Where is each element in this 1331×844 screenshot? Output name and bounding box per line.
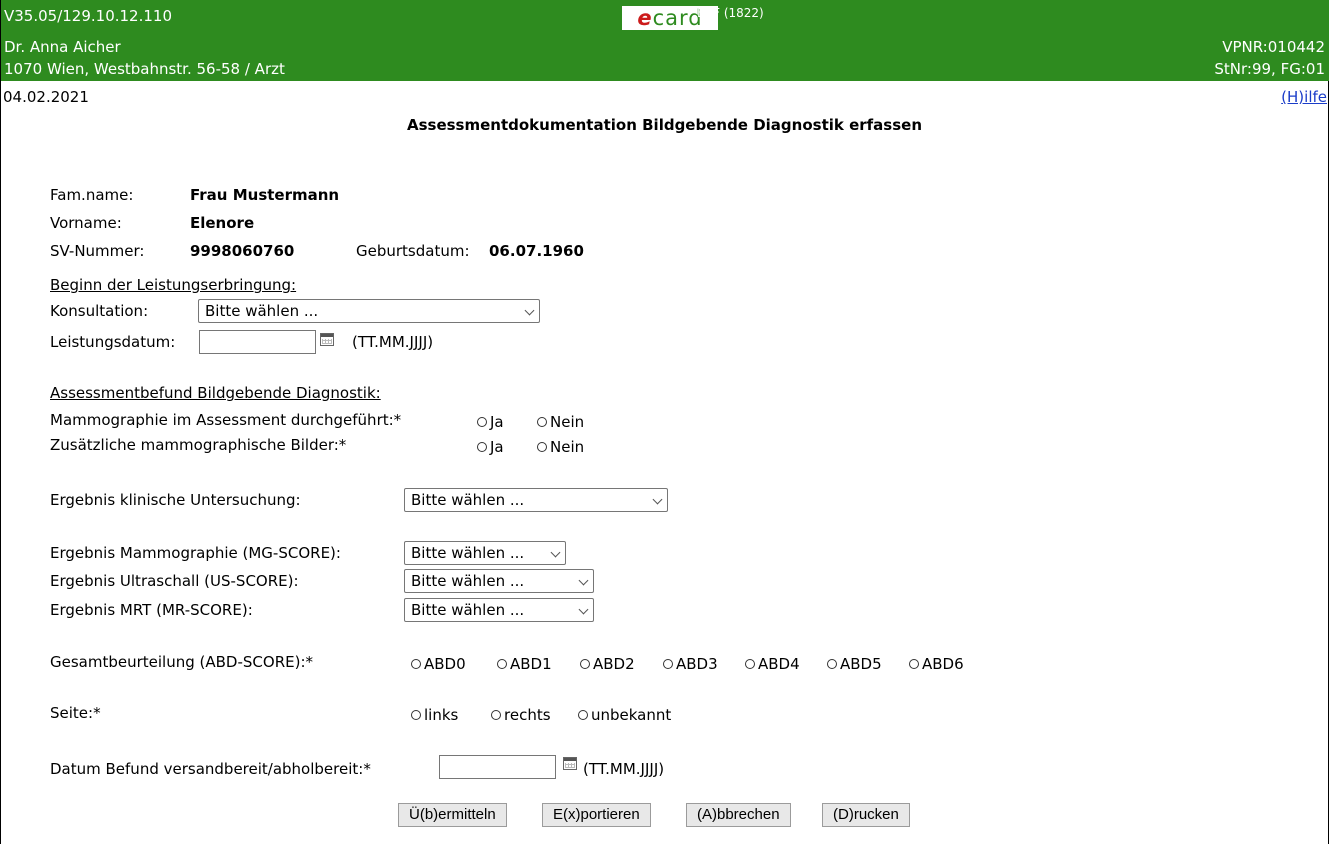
seite-links-radio[interactable]: links — [411, 706, 458, 724]
header-address-bar: 1070 Wien, Westbahnstr. 56-58 / Arzt StN… — [1, 57, 1329, 81]
famname-label: Fam.name: — [50, 186, 134, 204]
abd1-radio[interactable]: ABD1 — [497, 655, 552, 673]
geburtsdatum-value: 06.07.1960 — [489, 242, 584, 260]
version-label: V35.05/129.10.12.110 — [4, 7, 172, 25]
befund-label: Datum Befund versandbereit/abholbereit:* — [50, 760, 371, 778]
chevron-down-icon — [652, 494, 663, 505]
leistungsdatum-label: Leistungsdatum: — [50, 333, 176, 351]
klinisch-label: Ergebnis klinische Untersuchung: — [50, 491, 301, 509]
stnr-label: StNr:99, FG:01 — [1214, 60, 1325, 78]
mammographie-ja-radio[interactable]: Ja — [477, 413, 504, 431]
abd5-radio[interactable]: ABD5 — [827, 655, 882, 673]
leistungsdatum-input[interactable] — [199, 330, 316, 354]
konsultation-label: Konsultation: — [50, 302, 149, 320]
doctor-address: 1070 Wien, Westbahnstr. 56-58 / Arzt — [4, 60, 285, 78]
klinisch-select[interactable]: Bitte wählen ... — [404, 488, 668, 512]
zusatz-ja-radio[interactable]: Ja — [477, 438, 504, 456]
chevron-down-icon — [578, 575, 589, 586]
bkf-label: BKF (1822) — [697, 6, 764, 20]
mrt-label: Ergebnis MRT (MR-SCORE): — [50, 601, 253, 619]
calendar-icon[interactable] — [563, 757, 577, 770]
beginn-heading: Beginn der Leistungserbringung: — [50, 276, 297, 294]
abd3-radio[interactable]: ABD3 — [663, 655, 718, 673]
radio-circle-icon — [909, 659, 919, 669]
print-button[interactable]: (D)rucken — [822, 803, 910, 827]
help-link[interactable]: (H)ilfe — [1281, 88, 1327, 106]
calendar-icon[interactable] — [320, 333, 334, 346]
export-button[interactable]: E(x)portieren — [542, 803, 651, 827]
radio-circle-icon — [491, 710, 501, 720]
page-title: Assessmentdokumentation Bildgebende Diag… — [406, 116, 923, 134]
geburtsdatum-label: Geburtsdatum: — [356, 242, 470, 260]
vorname-value: Elenore — [190, 214, 255, 232]
abd6-radio[interactable]: ABD6 — [909, 655, 964, 673]
seite-unbekannt-radio[interactable]: unbekannt — [578, 706, 671, 724]
chevron-down-icon — [550, 547, 561, 558]
mammographie-nein-radio[interactable]: Nein — [537, 413, 584, 431]
radio-circle-icon — [827, 659, 837, 669]
current-date: 04.02.2021 — [3, 88, 89, 106]
seite-label: Seite:* — [50, 704, 101, 722]
radio-circle-icon — [477, 417, 487, 427]
abd0-radio[interactable]: ABD0 — [411, 655, 466, 673]
mrt-select[interactable]: Bitte wählen ... — [404, 598, 594, 622]
zusatz-nein-radio[interactable]: Nein — [537, 438, 584, 456]
mg-select[interactable]: Bitte wählen ... — [404, 541, 566, 565]
sv-label: SV-Nummer: — [50, 242, 145, 260]
radio-circle-icon — [411, 659, 421, 669]
us-label: Ergebnis Ultraschall (US-SCORE): — [50, 572, 299, 590]
doctor-name: Dr. Anna Aicher — [4, 38, 121, 56]
radio-circle-icon — [745, 659, 755, 669]
zusatz-label: Zusätzliche mammographische Bilder:* — [50, 436, 347, 454]
sv-value: 9998060760 — [190, 242, 295, 260]
befund-format: (TT.MM.JJJJ) — [583, 760, 665, 778]
vpnr-label: VPNR:010442 — [1222, 38, 1325, 56]
radio-circle-icon — [537, 417, 547, 427]
abd2-radio[interactable]: ABD2 — [580, 655, 635, 673]
mammographie-label: Mammographie im Assessment durchgeführt:… — [50, 411, 402, 429]
konsultation-select[interactable]: Bitte wählen ... — [198, 299, 540, 323]
famname-value: Frau Mustermann — [190, 186, 340, 204]
radio-circle-icon — [580, 659, 590, 669]
radio-circle-icon — [537, 442, 547, 452]
cancel-button[interactable]: (A)bbrechen — [686, 803, 791, 827]
leistungsdatum-format: (TT.MM.JJJJ) — [352, 333, 434, 351]
header-doctor-bar: Dr. Anna Aicher VPNR:010442 — [1, 34, 1329, 57]
assessment-heading: Assessmentbefund Bildgebende Diagnostik: — [50, 384, 381, 402]
chevron-down-icon — [524, 305, 535, 316]
mg-label: Ergebnis Mammographie (MG-SCORE): — [50, 544, 341, 562]
submit-button[interactable]: Ü(b)ermitteln — [398, 803, 507, 827]
radio-circle-icon — [663, 659, 673, 669]
radio-circle-icon — [578, 710, 588, 720]
befund-datum-input[interactable] — [439, 755, 556, 779]
chevron-down-icon — [578, 604, 589, 615]
radio-circle-icon — [411, 710, 421, 720]
us-select[interactable]: Bitte wählen ... — [404, 569, 594, 593]
seite-rechts-radio[interactable]: rechts — [491, 706, 551, 724]
radio-circle-icon — [497, 659, 507, 669]
abd4-radio[interactable]: ABD4 — [745, 655, 800, 673]
vorname-label: Vorname: — [50, 214, 122, 232]
gesamt-label: Gesamtbeurteilung (ABD-SCORE):* — [50, 653, 313, 671]
radio-circle-icon — [477, 442, 487, 452]
